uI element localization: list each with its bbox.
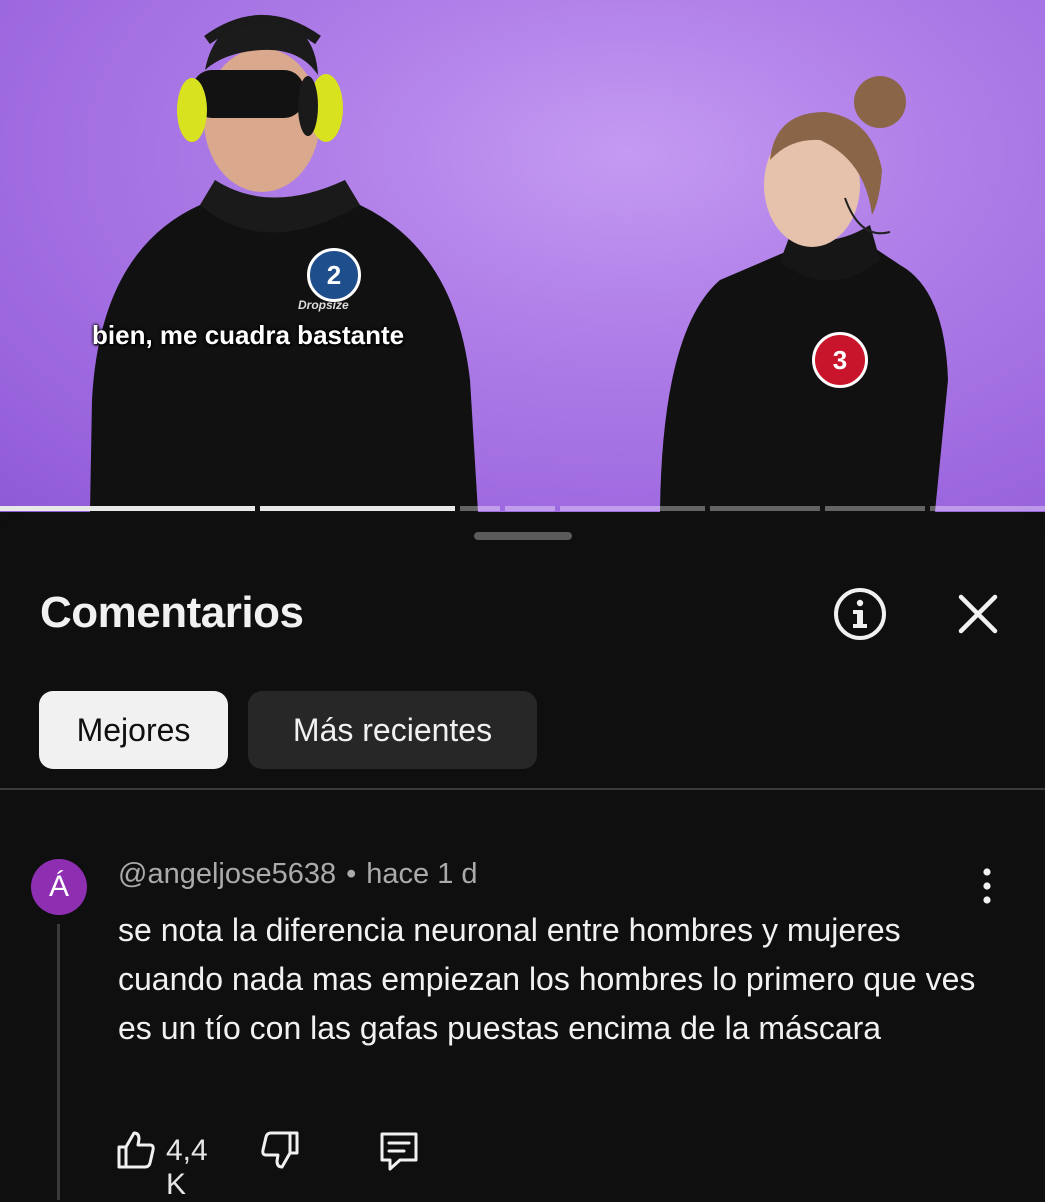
divider xyxy=(0,788,1045,790)
video-player[interactable]: Dropsize 2 3 bien, me cuadra bastante xyxy=(0,0,1045,512)
sort-tab-top[interactable]: Mejores xyxy=(39,691,228,769)
meta-separator: • xyxy=(346,858,357,890)
contestant-number-badge: 3 xyxy=(812,332,868,388)
sort-tab-newest[interactable]: Más recientes xyxy=(248,691,537,769)
panel-title: Comentarios xyxy=(40,588,304,637)
comment-meta: @angeljose5638 • hace 1 d xyxy=(118,858,478,891)
progress-segment xyxy=(710,506,820,511)
progress-segment xyxy=(560,506,705,511)
progress-segment xyxy=(460,506,500,511)
video-frame xyxy=(90,15,948,512)
video-progress-bar[interactable] xyxy=(0,506,1045,511)
comment-time: hace 1 d xyxy=(366,858,478,890)
progress-segment xyxy=(930,506,1045,511)
close-icon[interactable] xyxy=(952,588,1004,640)
avatar[interactable]: Á xyxy=(31,859,87,915)
progress-segment xyxy=(505,506,555,511)
thumbs-up-icon[interactable] xyxy=(114,1128,158,1172)
progress-segment xyxy=(260,506,455,511)
comment-text: se nota la diferencia neuronal entre hom… xyxy=(118,912,976,1046)
more-vertical-icon[interactable] xyxy=(970,864,1004,908)
like-count: 4,4 K xyxy=(166,1134,208,1201)
progress-segment xyxy=(0,506,255,511)
comments-panel: Comentarios Mejores Más recientes Á @ang… xyxy=(0,512,1045,1201)
contestant-number-badge: 2 xyxy=(307,248,361,302)
video-subtitle: bien, me cuadra bastante xyxy=(92,320,405,350)
progress-segment xyxy=(825,506,925,511)
drag-handle[interactable] xyxy=(474,532,572,540)
reply-comment-icon[interactable] xyxy=(376,1128,422,1174)
comment-author[interactable]: @angeljose5638 xyxy=(118,858,336,890)
thread-line xyxy=(57,924,60,1200)
info-icon[interactable] xyxy=(832,586,888,642)
thumbs-down-icon[interactable] xyxy=(258,1128,302,1172)
